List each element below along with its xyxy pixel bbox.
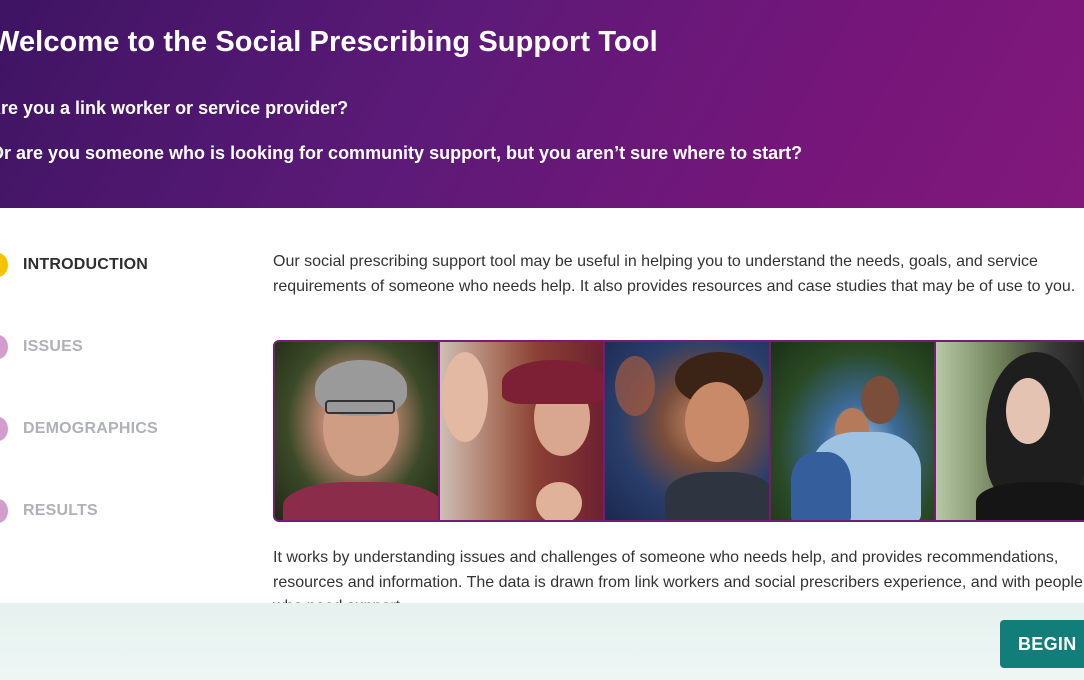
- photo-older-woman: [275, 342, 439, 520]
- photo-strip: [273, 340, 1084, 522]
- step-label: INTRODUCTION: [23, 256, 149, 273]
- step-label: ISSUES: [23, 338, 83, 355]
- photo-couple-hugging: [770, 342, 934, 520]
- photo-young-man-thinking: [605, 342, 769, 520]
- footer-bar: BEGIN →: [0, 603, 1084, 680]
- step-indicator-dot: [0, 499, 8, 523]
- photo-young-woman-pensive: [935, 342, 1084, 520]
- intro-content: Our social prescribing support tool may …: [273, 250, 1084, 299]
- hero-question-community-support: Or are you someone who is looking for co…: [0, 143, 803, 163]
- intro-paragraph: Our social prescribing support tool may …: [273, 253, 1076, 295]
- hero-banner: Welcome to the Social Prescribing Suppor…: [0, 0, 1084, 208]
- step-label: DEMOGRAPHICS: [23, 420, 158, 437]
- step-navigation: INTRODUCTION ISSUES DEMOGRAPHICS RESULTS: [0, 208, 240, 608]
- step-label: RESULTS: [23, 502, 98, 519]
- photo-two-men-laughing: [440, 342, 604, 520]
- step-indicator-dot: [0, 417, 8, 441]
- hero-question-link-worker: Are you a link worker or service provide…: [0, 98, 349, 118]
- begin-button[interactable]: BEGIN →: [1000, 620, 1084, 668]
- step-indicator-dot: [0, 253, 8, 277]
- page-title: Welcome to the Social Prescribing Suppor…: [0, 26, 658, 58]
- step-indicator-dot: [0, 335, 8, 359]
